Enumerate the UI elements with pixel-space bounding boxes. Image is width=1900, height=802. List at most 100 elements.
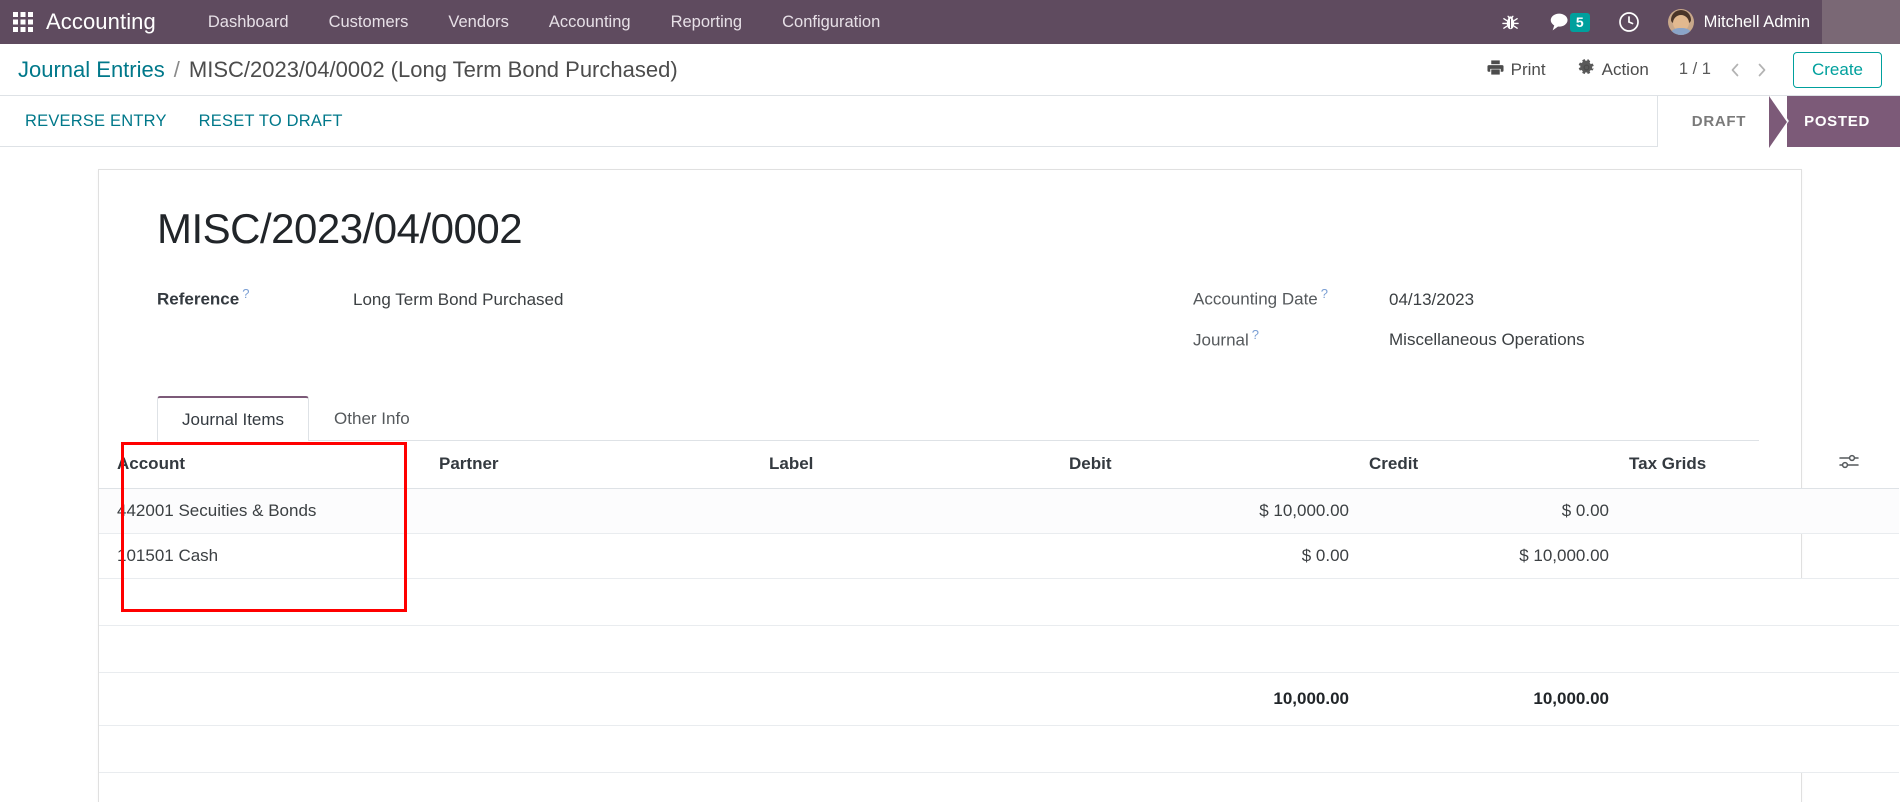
cell-label[interactable]: [759, 488, 1059, 534]
tab-journal-items[interactable]: Journal Items: [157, 395, 310, 441]
user-name-label: Mitchell Admin: [1703, 12, 1810, 31]
table-spacer-row: [99, 625, 1899, 673]
breadcrumb: Journal Entries / MISC/2023/04/0002 (Lon…: [18, 57, 678, 83]
status-stages: DRAFT POSTED: [1656, 95, 1900, 148]
column-header-label[interactable]: Label: [759, 440, 1059, 489]
field-journal-label-wrap: Journal?: [1193, 327, 1371, 350]
cell-row-options: [1829, 488, 1899, 534]
menu-item-reporting[interactable]: Reporting: [651, 0, 763, 44]
field-accounting-date-label-wrap: Accounting Date?: [1193, 286, 1371, 309]
table-head: Account Partner Label Debit Credit Tax G…: [99, 440, 1899, 489]
control-panel-actions: Print Action 1 / 1 Create: [1471, 51, 1882, 88]
avatar: [1667, 9, 1694, 35]
table-row[interactable]: 442001 Secuities & Bonds $ 10,000.00 $ 0…: [99, 488, 1899, 534]
menu-item-configuration[interactable]: Configuration: [762, 0, 900, 44]
user-menu[interactable]: Mitchell Admin: [1654, 0, 1822, 44]
printer-icon: [1487, 59, 1511, 81]
cell-account[interactable]: 101501 Cash: [99, 533, 429, 579]
print-label: Print: [1510, 59, 1546, 79]
form-view-background: MISC/2023/04/0002 Reference? Long Term B…: [0, 147, 1900, 802]
form-fields: Reference? Long Term Bond Purchased Acco…: [157, 286, 1759, 367]
cell-row-options: [1829, 533, 1899, 579]
cell-debit[interactable]: $ 0.00: [1059, 533, 1359, 579]
column-options-icon[interactable]: [1839, 454, 1859, 474]
print-button[interactable]: Print: [1471, 59, 1562, 81]
total-credit: 10,000.00: [1359, 672, 1619, 726]
status-stage-draft[interactable]: DRAFT: [1656, 95, 1771, 147]
column-options-header: [1829, 440, 1899, 489]
column-header-tax-grids[interactable]: Tax Grids: [1619, 440, 1829, 489]
table-header-row: Account Partner Label Debit Credit Tax G…: [99, 440, 1899, 489]
table-totals-row: 10,000.00 10,000.00: [99, 672, 1899, 726]
menu-item-accounting[interactable]: Accounting: [529, 0, 651, 44]
action-label: Action: [1601, 59, 1649, 79]
pager-value: 1 / 1: [1678, 60, 1711, 78]
field-reference-value[interactable]: Long Term Bond Purchased: [353, 290, 563, 310]
app-brand-accounting[interactable]: Accounting: [46, 9, 188, 35]
field-reference-label: Reference: [157, 289, 240, 309]
column-header-debit[interactable]: Debit: [1059, 440, 1359, 489]
notebook: Journal Items Other Info: [141, 395, 1759, 441]
chevron-left-icon[interactable]: [1723, 55, 1749, 85]
tab-other-info[interactable]: Other Info: [309, 396, 435, 441]
form-column-right: Accounting Date? 04/13/2023 Journal? Mis…: [958, 286, 1759, 367]
column-header-partner[interactable]: Partner: [429, 440, 759, 489]
bug-icon[interactable]: [1487, 0, 1534, 44]
menu-item-dashboard[interactable]: Dashboard: [188, 0, 309, 44]
cell-partner[interactable]: [429, 488, 759, 534]
navbar-tail-region: [1822, 0, 1900, 44]
cell-credit[interactable]: $ 10,000.00: [1359, 533, 1619, 579]
control-panel: Journal Entries / MISC/2023/04/0002 (Lon…: [0, 44, 1900, 96]
field-reference-label-wrap: Reference?: [157, 286, 335, 309]
column-header-account[interactable]: Account: [99, 440, 429, 489]
total-debit: 10,000.00: [1059, 672, 1359, 726]
action-button[interactable]: Action: [1562, 58, 1665, 81]
apps-grid-icon[interactable]: [0, 0, 46, 44]
notebook-tabs: Journal Items Other Info: [157, 395, 1759, 441]
main-menu: Dashboard Customers Vendors Accounting R…: [188, 0, 900, 44]
cell-credit[interactable]: $ 0.00: [1359, 488, 1619, 534]
field-accounting-date: Accounting Date? 04/13/2023: [1193, 286, 1759, 309]
field-accounting-date-label: Accounting Date: [1193, 289, 1318, 309]
reset-to-draft-button[interactable]: RESET TO DRAFT: [183, 112, 359, 131]
form-column-left: Reference? Long Term Bond Purchased: [157, 286, 958, 367]
table-empty-row[interactable]: [99, 578, 1899, 626]
cell-label[interactable]: [759, 533, 1059, 579]
breadcrumb-separator: /: [173, 56, 180, 82]
chevron-right-icon[interactable]: [1749, 55, 1775, 85]
column-header-credit[interactable]: Credit: [1359, 440, 1619, 489]
pager: 1 / 1: [1679, 55, 1775, 85]
cell-partner[interactable]: [429, 533, 759, 579]
journal-items-table: Account Partner Label Debit Credit Tax G…: [99, 440, 1899, 773]
top-navbar: Accounting Dashboard Customers Vendors A…: [0, 0, 1900, 44]
page-title: MISC/2023/04/0002: [157, 205, 523, 252]
messages-count-badge: 5: [1569, 12, 1590, 32]
menu-item-vendors[interactable]: Vendors: [428, 0, 529, 44]
field-journal: Journal? Miscellaneous Operations: [1193, 327, 1759, 350]
record-sheet: MISC/2023/04/0002 Reference? Long Term B…: [98, 169, 1899, 802]
breadcrumb-current-record: MISC/2023/04/0002 (Long Term Bond Purcha…: [188, 56, 678, 82]
cell-tax-grids[interactable]: [1619, 533, 1829, 579]
help-icon[interactable]: ?: [1252, 327, 1259, 342]
field-reference: Reference? Long Term Bond Purchased: [157, 286, 958, 309]
table-row[interactable]: 101501 Cash $ 0.00 $ 10,000.00: [99, 533, 1899, 579]
status-stage-posted[interactable]: POSTED: [1769, 95, 1900, 148]
field-journal-value[interactable]: Miscellaneous Operations: [1389, 330, 1585, 350]
table-body: 442001 Secuities & Bonds $ 10,000.00 $ 0…: [99, 488, 1899, 773]
help-icon[interactable]: ?: [242, 286, 249, 301]
cell-account[interactable]: 442001 Secuities & Bonds: [99, 488, 429, 534]
sheet-inner: MISC/2023/04/0002 Reference? Long Term B…: [99, 205, 1801, 441]
reverse-entry-button[interactable]: REVERSE ENTRY: [20, 112, 183, 131]
chat-bubble-icon[interactable]: 5: [1534, 0, 1604, 44]
field-accounting-date-value[interactable]: 04/13/2023: [1389, 290, 1474, 310]
menu-item-customers[interactable]: Customers: [309, 0, 429, 44]
field-journal-label: Journal: [1193, 329, 1249, 349]
clock-icon[interactable]: [1604, 0, 1654, 44]
statusbar: REVERSE ENTRY RESET TO DRAFT DRAFT POSTE…: [0, 95, 1900, 148]
create-button[interactable]: Create: [1792, 51, 1882, 88]
breadcrumb-journal-entries[interactable]: Journal Entries: [18, 57, 165, 83]
cell-debit[interactable]: $ 10,000.00: [1059, 488, 1359, 534]
cell-tax-grids[interactable]: [1619, 488, 1829, 534]
help-icon[interactable]: ?: [1321, 286, 1328, 301]
gear-icon: [1578, 58, 1602, 81]
